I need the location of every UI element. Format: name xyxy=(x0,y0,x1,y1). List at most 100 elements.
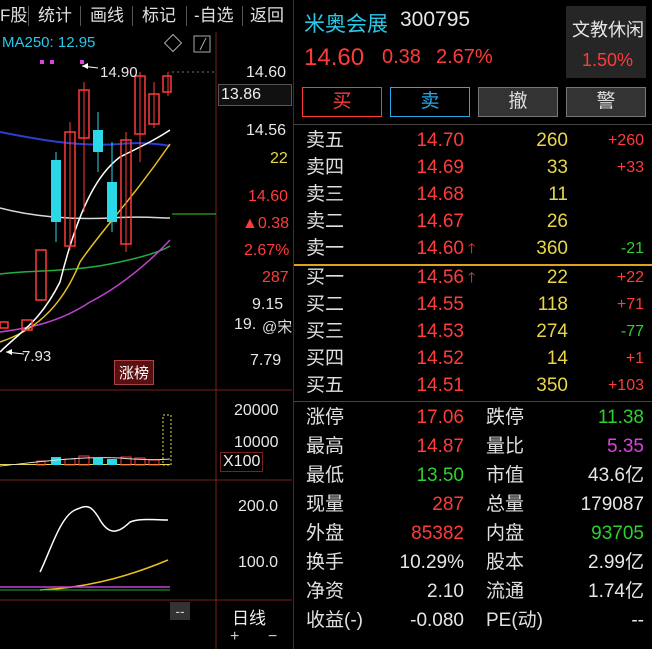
asks-price: 14.69 xyxy=(416,157,464,178)
bids-volume-change: -77 xyxy=(620,323,644,340)
bids-volume-change: +103 xyxy=(607,377,644,394)
bids-row[interactable]: 买四 14.52 14 +1 xyxy=(294,345,652,372)
stat-label: 市值 xyxy=(486,465,525,486)
rank-badge[interactable]: 涨榜 xyxy=(114,360,155,385)
volume-bars xyxy=(0,414,172,467)
asks-label: 卖一 xyxy=(306,238,345,259)
bids-label: 买一 xyxy=(306,267,345,288)
asks-label: 卖五 xyxy=(306,130,345,151)
alert-button[interactable]: 警 xyxy=(566,87,646,117)
asks-row[interactable]: 卖三 14.68 11 xyxy=(294,181,652,208)
axis-price-top: 14.60 xyxy=(246,64,287,81)
bids-volume: 22 xyxy=(546,267,568,288)
up-arrow-icon: 🡑 xyxy=(468,240,476,256)
scroll-dash[interactable]: -- xyxy=(170,602,190,620)
asks-volume-change: +33 xyxy=(616,159,644,176)
kline-chart[interactable]: MA250: 12.95 14.90 7.93 14.60 13.86 14.5… xyxy=(0,32,352,649)
toolbar-draw[interactable]: 画线 xyxy=(90,0,124,32)
axis-change-pct: 2.67% xyxy=(244,242,290,259)
bids-volume-change: +22 xyxy=(616,269,644,286)
axis-price-low2: 19. xyxy=(234,316,257,333)
stat-value: 2.10 xyxy=(427,581,464,602)
stat-label: PE(动) xyxy=(486,610,544,631)
stat-label: 量比 xyxy=(486,436,525,457)
asks-row[interactable]: 卖二 14.67 26 xyxy=(294,208,652,235)
stock-code: 300795 xyxy=(400,8,471,31)
bids-row[interactable]: 买一 14.56 🡑 22 +22 xyxy=(294,264,652,291)
diamond-icon[interactable] xyxy=(163,33,183,53)
stat-label: 流通 xyxy=(486,581,525,602)
bids-label: 买四 xyxy=(306,348,345,369)
sector-box[interactable]: 文教休闲 1.50% xyxy=(566,6,646,78)
asks-row[interactable]: 卖四 14.69 33 +33 xyxy=(294,154,652,181)
panel-toggle-icon[interactable] xyxy=(193,35,211,53)
stock-name: 米奥会展 xyxy=(304,13,388,36)
toolbar-f-stock[interactable]: F股 xyxy=(0,0,27,32)
price-change: 0.38 xyxy=(382,46,421,68)
asks-row[interactable]: 卖一 14.60 🡑 360 -21 xyxy=(294,235,652,262)
buy-button[interactable]: 买 xyxy=(302,87,382,117)
ma-line-white xyxy=(0,207,171,220)
zoom-in-button[interactable]: + xyxy=(230,628,239,646)
vol-unit: X100 xyxy=(220,452,264,472)
stat-value: -0.080 xyxy=(410,610,464,631)
current-price: 14.60 xyxy=(304,44,365,71)
bids-volume: 274 xyxy=(536,321,568,342)
bids-volume: 350 xyxy=(536,375,568,396)
footer-strip xyxy=(294,640,652,649)
stat-value: 43.6亿 xyxy=(588,465,644,486)
stat-label: 股本 xyxy=(486,552,525,573)
crosshair-price: 13.86 xyxy=(218,84,292,106)
ind-axis-top: 200.0 xyxy=(238,498,279,515)
candles xyxy=(0,72,172,331)
cancel-order-button[interactable]: 撤 xyxy=(478,87,558,117)
stat-label: 外盘 xyxy=(306,523,345,544)
stat-value: 14.87 xyxy=(416,436,464,457)
ma250-label: MA250: 12.95 xyxy=(2,34,96,51)
toolbar-stats[interactable]: 统计 xyxy=(38,0,72,32)
bids-price: 14.51 xyxy=(416,375,464,396)
bids-price: 14.55 xyxy=(416,294,464,315)
bids-volume-change: +71 xyxy=(616,296,644,313)
asks-label: 卖三 xyxy=(306,184,345,205)
vol-axis-top: 20000 xyxy=(234,402,279,419)
toolbar-back[interactable]: 返回 xyxy=(250,0,284,32)
stat-value: 13.50 xyxy=(416,465,464,486)
toolbar-mark[interactable]: 标记 xyxy=(142,0,176,32)
stat-label: 内盘 xyxy=(486,523,525,544)
sector-pct: 1.50% xyxy=(582,50,634,70)
bids-label: 买五 xyxy=(306,375,345,396)
asks-row[interactable]: 卖五 14.70 260 +260 xyxy=(294,127,652,154)
stat-label: 涨停 xyxy=(306,407,345,428)
asks-volume: 33 xyxy=(546,157,568,178)
asks-price: 14.70 xyxy=(416,130,464,151)
stat-value: 1.74亿 xyxy=(588,581,644,602)
bids-price: 14.53 xyxy=(416,321,464,342)
low-marker: 7.93 xyxy=(22,348,52,365)
bids-row[interactable]: 买二 14.55 118 +71 xyxy=(294,291,652,318)
axis-vol-now: 22 xyxy=(270,150,288,167)
stat-label: 最高 xyxy=(306,436,345,457)
asks-volume: 11 xyxy=(548,184,568,205)
stat-value: 11.38 xyxy=(597,407,644,428)
period-label[interactable]: 日线 xyxy=(232,604,266,629)
asks-label: 卖四 xyxy=(306,157,345,178)
bids-row[interactable]: 买五 14.51 350 +103 xyxy=(294,372,652,399)
stat-label: 换手 xyxy=(306,552,345,573)
stat-label: 总量 xyxy=(486,494,525,515)
stat-label: 最低 xyxy=(306,465,345,486)
sector-name: 文教休闲 xyxy=(572,20,644,40)
toolbar-watchlist[interactable]: -自选 xyxy=(194,0,234,32)
bids-row[interactable]: 买三 14.53 274 -77 xyxy=(294,318,652,345)
zoom-out-button[interactable]: − xyxy=(268,628,277,646)
asks-volume: 26 xyxy=(546,211,568,232)
asks-volume-change: +260 xyxy=(607,132,644,149)
stat-value: -- xyxy=(631,610,644,631)
asks-price: 14.60 xyxy=(416,238,464,259)
stat-value: 93705 xyxy=(591,523,644,544)
ma-line-fast xyxy=(0,129,171,353)
sell-button[interactable]: 卖 xyxy=(390,87,470,117)
bids-volume-change: +1 xyxy=(625,350,644,367)
stat-value: 10.29% xyxy=(399,552,464,573)
up-arrow-icon: 🡑 xyxy=(468,269,476,285)
